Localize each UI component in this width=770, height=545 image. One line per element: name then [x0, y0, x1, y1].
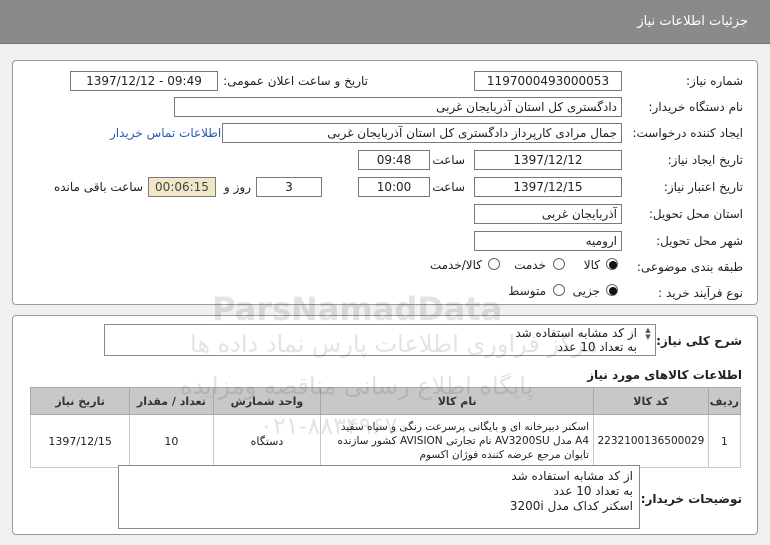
buyer-notes-label: توضیحات خریدار:: [640, 492, 742, 506]
col-unit: واحد شمارش: [212, 387, 322, 415]
city-field: ارومیه: [474, 231, 622, 251]
category-option-service: خدمت: [514, 258, 546, 272]
requester-label: ایجاد کننده درخواست:: [632, 126, 743, 140]
buyer-org-field: دادگستری کل استان آذربایجان غربی: [174, 97, 622, 117]
summary-line-2: به تعداد 10 عدد: [557, 340, 637, 354]
row-index: 1: [707, 414, 742, 468]
remaining-time-label: ساعت باقی مانده: [53, 180, 143, 194]
create-date-label: تاریخ ایجاد نیاز:: [667, 153, 743, 167]
col-date: تاریخ نیاز: [29, 387, 131, 415]
summary-textarea[interactable]: از کد مشابه استفاده شد به تعداد 10 عدد ▲…: [104, 324, 656, 356]
requester-field: جمال مرادی کارپرداز دادگستری کل استان آذ…: [222, 123, 622, 143]
process-type-label: نوع فرآیند خرید :: [658, 286, 743, 300]
process-radio-medium[interactable]: [553, 284, 565, 296]
buyer-notes-box: از کد مشابه استفاده شد به تعداد 10 عدد ا…: [118, 465, 640, 529]
goods-table: ردیف کد کالا نام کالا واحد شمارش تعداد /…: [29, 387, 742, 468]
col-qty: تعداد / مقدار: [129, 387, 214, 415]
goods-date: 1397/12/15: [29, 414, 131, 468]
valid-date-label: تاریخ اعتبار نیاز:: [663, 180, 743, 194]
category-radio-service[interactable]: [553, 258, 565, 270]
city-label: شهر محل تحویل:: [656, 234, 743, 248]
buyer-org-label: نام دستگاه خریدار:: [648, 100, 744, 114]
create-time-field: 09:48: [358, 150, 430, 170]
textarea-scrollbar[interactable]: ▲ ▼: [643, 327, 653, 353]
need-number-label: شماره نیاز:: [686, 74, 743, 88]
category-label: طبقه بندی موضوعی:: [636, 260, 743, 274]
province-field: آذربایجان غربی: [474, 204, 622, 224]
need-number-field: 1197000493000053: [474, 71, 622, 91]
valid-date-field: 1397/12/15: [474, 177, 622, 197]
province-label: استان محل تحویل:: [648, 207, 743, 221]
buyer-notes-line-2: به تعداد 10 عدد: [553, 484, 633, 498]
buyer-contact-link[interactable]: اطلاعات تماس خریدار: [110, 126, 221, 140]
announce-datetime-label: تاریخ و ساعت اعلان عمومی:: [223, 74, 368, 88]
valid-time-field: 10:00: [358, 177, 430, 197]
category-radio-goods-service[interactable]: [488, 258, 500, 270]
summary-label: شرح کلی نیاز:: [656, 334, 742, 348]
col-name: نام کالا: [320, 387, 595, 415]
goods-table-header: ردیف کد کالا نام کالا واحد شمارش تعداد /…: [29, 387, 742, 415]
col-row: ردیف: [707, 387, 742, 415]
category-option-goods: کالا: [583, 258, 600, 272]
create-time-label: ساعت: [432, 153, 465, 167]
buyer-notes-line-3: اسکنر کداک مدل 3200i: [509, 499, 633, 513]
process-option-minor: جزیی: [572, 284, 600, 298]
process-radio-minor[interactable]: [606, 284, 618, 296]
page-title: جزئیات اطلاعات نیاز: [637, 14, 748, 29]
valid-time-label: ساعت: [432, 180, 465, 194]
goods-name: اسکنر دبیرخانه ای و بایگانی پرسرعت رنگی …: [320, 414, 595, 468]
create-date-field: 1397/12/12: [474, 150, 622, 170]
remaining-days-field: 3: [256, 177, 322, 197]
summary-line-1: از کد مشابه استفاده شد: [515, 326, 637, 340]
col-code: کد کالا: [593, 387, 709, 415]
goods-qty: 10: [129, 414, 214, 468]
days-label: روز و: [224, 180, 251, 194]
category-option-goods-service: کالا/خدمت: [429, 258, 482, 272]
remaining-time-field: 00:06:15: [148, 177, 216, 197]
table-row: 1 2232100136500029 اسکنر دبیرخانه ای و ب…: [29, 414, 742, 468]
goods-unit: دستگاه: [212, 414, 322, 468]
announce-datetime-field: 1397/12/12 - 09:49: [70, 71, 218, 91]
category-radio-goods[interactable]: [606, 258, 618, 270]
process-option-medium: متوسط: [508, 284, 546, 298]
buyer-notes-line-1: از کد مشابه استفاده شد: [511, 469, 633, 483]
goods-section-title: اطلاعات کالاهای مورد نیاز: [587, 368, 742, 382]
page-header: جزئیات اطلاعات نیاز: [0, 0, 770, 44]
goods-code: 2232100136500029: [593, 414, 709, 468]
